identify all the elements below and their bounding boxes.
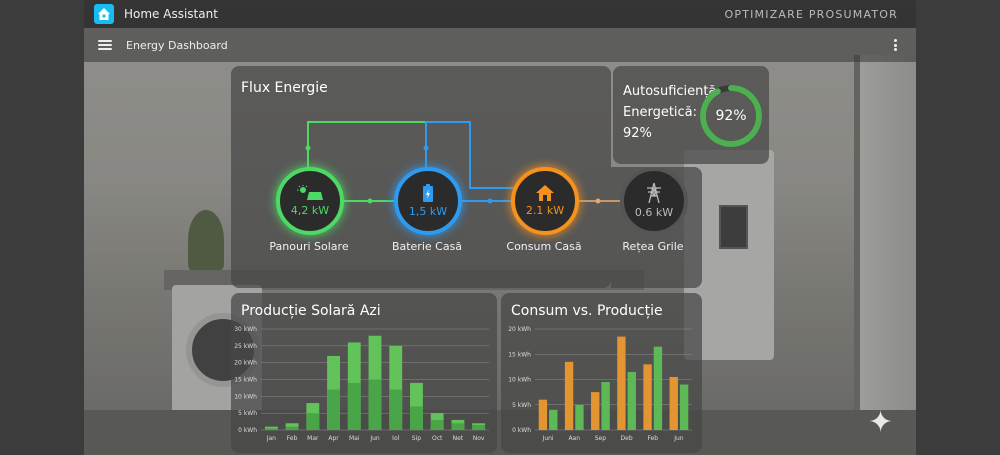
bar-production <box>627 371 636 430</box>
y-tick-label: 5 kWh <box>512 402 531 409</box>
battery-label: Baterie Casă <box>391 240 463 253</box>
bar-consumption <box>669 376 678 430</box>
bar-base <box>430 419 444 430</box>
bar-base <box>451 423 465 430</box>
grid-node[interactable]: 0.6 kW <box>620 167 688 235</box>
y-tick-label: 25 kWh <box>234 343 257 350</box>
solar-power-value: 4,2 kW <box>290 204 330 217</box>
bar-base <box>285 426 299 430</box>
bar-consumption <box>538 399 548 430</box>
x-tick-label: Aan <box>568 435 580 442</box>
grid-power-value: 0.6 kW <box>634 206 674 219</box>
sparkle-icon: ✦ <box>868 405 894 440</box>
x-tick-label: Jun <box>369 435 380 442</box>
bar-base <box>306 413 320 430</box>
solar-node[interactable]: 4,2 kW <box>276 167 344 235</box>
x-tick-label: Sep <box>595 435 607 442</box>
solar-to-battery-top-line <box>307 121 427 172</box>
x-tick-label: Mar <box>307 435 319 442</box>
y-tick-label: 15 kWh <box>508 351 531 358</box>
bar-production <box>575 404 584 430</box>
bar-production <box>679 384 689 430</box>
x-tick-label: Feb <box>647 435 658 442</box>
solar-production-card: Producție Solară Azi 0 kWh 5 kWh 10 kWh 15 … <box>231 293 497 453</box>
battery-power-value: 1,5 kW <box>408 205 448 218</box>
x-tick-label: Deb <box>621 435 633 442</box>
bar-consumption <box>591 392 600 430</box>
power-tower-icon <box>647 183 661 203</box>
bar-base <box>264 428 278 430</box>
x-tick-label: Net <box>453 435 464 442</box>
x-tick-label: Nov <box>473 435 485 442</box>
bar-base <box>472 424 486 430</box>
x-tick-label: Jan <box>266 435 276 442</box>
x-tick-label: Jun <box>673 435 684 442</box>
x-tick-label: Mai <box>349 435 360 442</box>
solar-label: Panouri Solare <box>269 240 349 253</box>
home-node[interactable]: 2.1 kW <box>511 167 579 235</box>
bar-base <box>347 382 361 430</box>
x-tick-label: Sip <box>412 435 421 442</box>
bar-production <box>601 382 610 430</box>
home-power-value: 2.1 kW <box>525 204 565 217</box>
bar-production <box>653 346 663 430</box>
y-tick-label: 0 kWh <box>238 427 257 434</box>
x-tick-label: Apr <box>328 435 339 442</box>
bar-base <box>389 389 403 430</box>
self-sufficiency-card: Autosuficiență Energetică: 92% 92% <box>613 66 769 164</box>
x-tick-label: Feb <box>287 435 298 442</box>
y-tick-label: 15 kWh <box>234 377 257 384</box>
home-icon <box>536 185 554 201</box>
y-tick-label: 5 kWh <box>238 410 257 417</box>
consumption-production-card: Consum vs. Producție 0 kWh 5 kWh 10 kWh 15 … <box>501 293 702 453</box>
bar-consumption <box>564 361 574 430</box>
grid-label: Rețea Grile <box>622 240 684 253</box>
flow-lines <box>305 121 620 204</box>
y-tick-label: 30 kWh <box>234 326 257 333</box>
bar-base <box>368 379 382 430</box>
self-sufficiency-value: 92% <box>715 108 747 124</box>
y-tick-label: 10 kWh <box>508 377 531 384</box>
bar-production <box>549 409 558 430</box>
solar-production-chart: 0 kWh 5 kWh 10 kWh 15 kWh 20 kWh 25 kWh 30 kWh… <box>234 326 489 442</box>
bar-base <box>410 406 423 430</box>
battery-node[interactable]: 1,5 kW <box>394 167 462 235</box>
bar-consumption <box>643 364 652 430</box>
x-tick-label: Oct <box>432 435 443 442</box>
x-tick-label: Juni <box>542 435 554 442</box>
x-tick-label: Iol <box>392 435 399 442</box>
y-tick-label: 0 kWh <box>512 427 531 434</box>
y-tick-label: 10 kWh <box>234 393 257 400</box>
bar-base <box>327 389 340 430</box>
home-label: Consum Casă <box>506 240 582 253</box>
y-tick-label: 20 kWh <box>508 326 531 333</box>
bar-consumption <box>617 336 626 430</box>
battery-icon <box>423 184 433 202</box>
solar-panel-icon <box>297 185 323 200</box>
consumption-production-chart: 0 kWh 5 kWh 10 kWh 15 kWh 20 kWh Juni Aan Sep De… <box>508 326 692 442</box>
y-tick-label: 20 kWh <box>234 360 257 367</box>
